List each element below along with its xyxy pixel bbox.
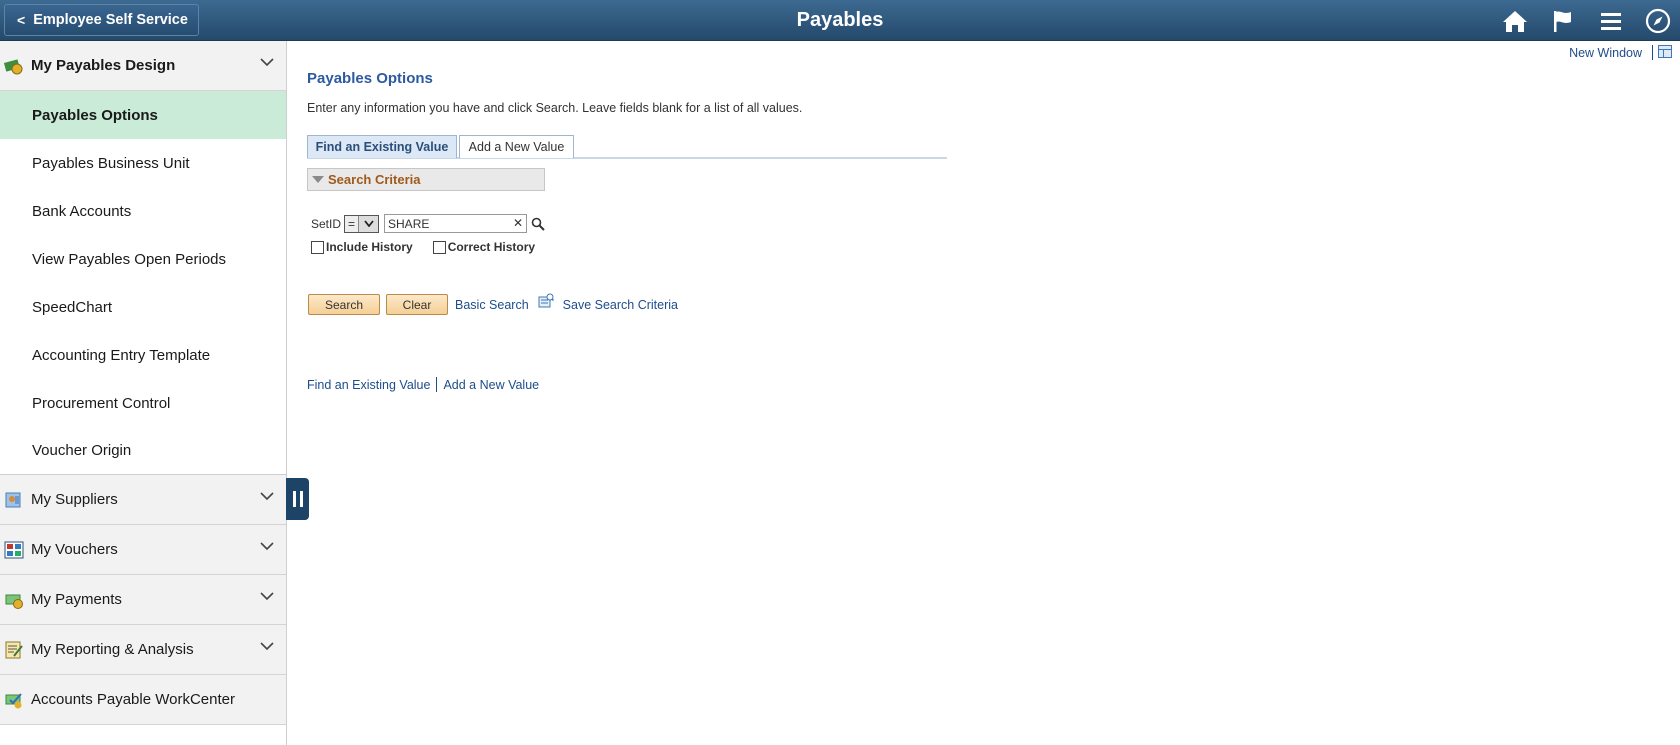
- divider: [436, 377, 438, 392]
- correct-history-checkbox[interactable]: [432, 240, 446, 254]
- sidebar-item-payables-options[interactable]: Payables Options: [0, 91, 286, 139]
- sidebar-item-procurement-control[interactable]: Procurement Control: [0, 379, 286, 427]
- menu-icon[interactable]: [1596, 6, 1626, 36]
- search-actions: Search Clear Basic Search Save Search Cr…: [308, 293, 678, 315]
- find-existing-value-link[interactable]: Find an Existing Value: [307, 378, 430, 392]
- sidebar-item-label: Payables Business Unit: [32, 154, 190, 172]
- personalize-page-icon[interactable]: [1658, 45, 1672, 58]
- home-icon[interactable]: [1500, 6, 1530, 36]
- chevron-down-icon: [260, 542, 274, 551]
- chevron-left-icon: <: [17, 12, 26, 28]
- back-button[interactable]: < Employee Self Service: [4, 4, 199, 36]
- include-history-label: Include History: [326, 240, 413, 254]
- navbar-compass-icon[interactable]: [1643, 6, 1673, 36]
- sidebar-item-speedchart[interactable]: SpeedChart: [0, 283, 286, 331]
- sidebar-item-label: Voucher Origin: [32, 442, 132, 459]
- save-search-icon[interactable]: [538, 293, 554, 309]
- new-window-link[interactable]: New Window: [1569, 46, 1642, 60]
- section-label: My Payables Design: [31, 57, 176, 74]
- suppliers-icon: [5, 492, 21, 508]
- sidebar-item-voucher-origin[interactable]: Voucher Origin: [0, 427, 286, 475]
- sidebar-item-label: SpeedChart: [32, 298, 113, 316]
- lookup-search-icon[interactable]: [531, 217, 545, 231]
- chevron-down-icon: [260, 642, 274, 651]
- chevron-down-icon: [260, 492, 274, 501]
- component-title: Payables Options: [307, 70, 433, 87]
- sidebar-item-accounting-entry-template[interactable]: Accounting Entry Template: [0, 331, 286, 379]
- add-new-value-link[interactable]: Add a New Value: [443, 378, 539, 392]
- setid-value: SHARE: [388, 216, 430, 231]
- top-banner: < Employee Self Service Payables: [0, 0, 1680, 41]
- section-my-suppliers[interactable]: My Suppliers: [0, 475, 286, 525]
- setid-label: SetID: [311, 216, 342, 231]
- flag-icon[interactable]: [1548, 6, 1578, 36]
- section-label: Accounts Payable WorkCenter: [31, 691, 235, 708]
- dropdown-arrow-icon: [359, 215, 379, 232]
- history-options-row: Include History Correct History: [311, 240, 555, 254]
- payments-icon: [5, 594, 23, 609]
- chevron-down-icon: [260, 58, 274, 67]
- sidebar-item-label: Accounting Entry Template: [32, 346, 211, 364]
- sidebar-item-label: Payables Options: [32, 106, 158, 124]
- section-label: My Suppliers: [31, 491, 118, 508]
- section-my-payables-design[interactable]: My Payables Design: [0, 41, 286, 91]
- search-criteria-label: Search Criteria: [328, 172, 421, 187]
- sidebar-item-label: Bank Accounts: [32, 202, 132, 220]
- tab-add-new-value[interactable]: Add a New Value: [459, 135, 574, 158]
- instructions-text: Enter any information you have and click…: [307, 101, 803, 115]
- section-my-reporting-analysis[interactable]: My Reporting & Analysis: [0, 625, 286, 675]
- section-label: My Vouchers: [31, 541, 118, 558]
- reporting-icon: [5, 641, 23, 659]
- sidebar-item-label: Procurement Control: [32, 394, 171, 412]
- section-my-payments[interactable]: My Payments: [0, 575, 286, 625]
- collapse-triangle-icon: [312, 176, 324, 183]
- tab-find-existing-value[interactable]: Find an Existing Value: [307, 135, 457, 158]
- section-label: My Reporting & Analysis: [31, 641, 194, 658]
- section-accounts-payable-workcenter[interactable]: Accounts Payable WorkCenter: [0, 675, 286, 725]
- sidebar-item-bank-accounts[interactable]: Bank Accounts: [0, 187, 286, 235]
- search-tabs: Find an Existing Value Add a New Value: [307, 135, 947, 159]
- payables-design-icon: [4, 59, 23, 75]
- bottom-links: Find an Existing Value Add a New Value: [307, 377, 539, 392]
- sidebar-item-payables-business-unit[interactable]: Payables Business Unit: [0, 139, 286, 187]
- sidebar-item-view-payables-open-periods[interactable]: View Payables Open Periods: [0, 235, 286, 283]
- basic-search-link[interactable]: Basic Search: [455, 298, 529, 312]
- clear-button[interactable]: Clear: [386, 294, 448, 315]
- search-criteria-header[interactable]: Search Criteria: [307, 168, 545, 191]
- include-history-checkbox[interactable]: [311, 240, 324, 254]
- setid-operator-select[interactable]: =: [344, 214, 380, 233]
- vouchers-icon: [4, 541, 24, 559]
- sidebar-item-label: View Payables Open Periods: [32, 250, 227, 268]
- search-button[interactable]: Search: [308, 294, 380, 315]
- workcenter-icon: [5, 693, 22, 709]
- divider: [1652, 45, 1653, 60]
- back-button-label: Employee Self Service: [33, 12, 188, 28]
- operator-value: =: [345, 215, 360, 232]
- save-search-criteria-link[interactable]: Save Search Criteria: [563, 298, 678, 312]
- correct-history-label: Correct History: [447, 240, 536, 254]
- chevron-down-icon: [260, 592, 274, 601]
- page-title: Payables: [796, 9, 884, 31]
- navigation-sidebar: My Payables Design Payables Options Paya…: [0, 41, 287, 745]
- section-label: My Payments: [31, 591, 122, 608]
- main-content: New Window Payables Options Enter any in…: [287, 41, 1680, 745]
- setid-input[interactable]: SHARE ✕: [384, 214, 528, 233]
- section-my-vouchers[interactable]: My Vouchers: [0, 525, 286, 575]
- setid-row: SetID = SHARE ✕: [311, 214, 545, 233]
- clear-field-icon[interactable]: ✕: [513, 216, 523, 230]
